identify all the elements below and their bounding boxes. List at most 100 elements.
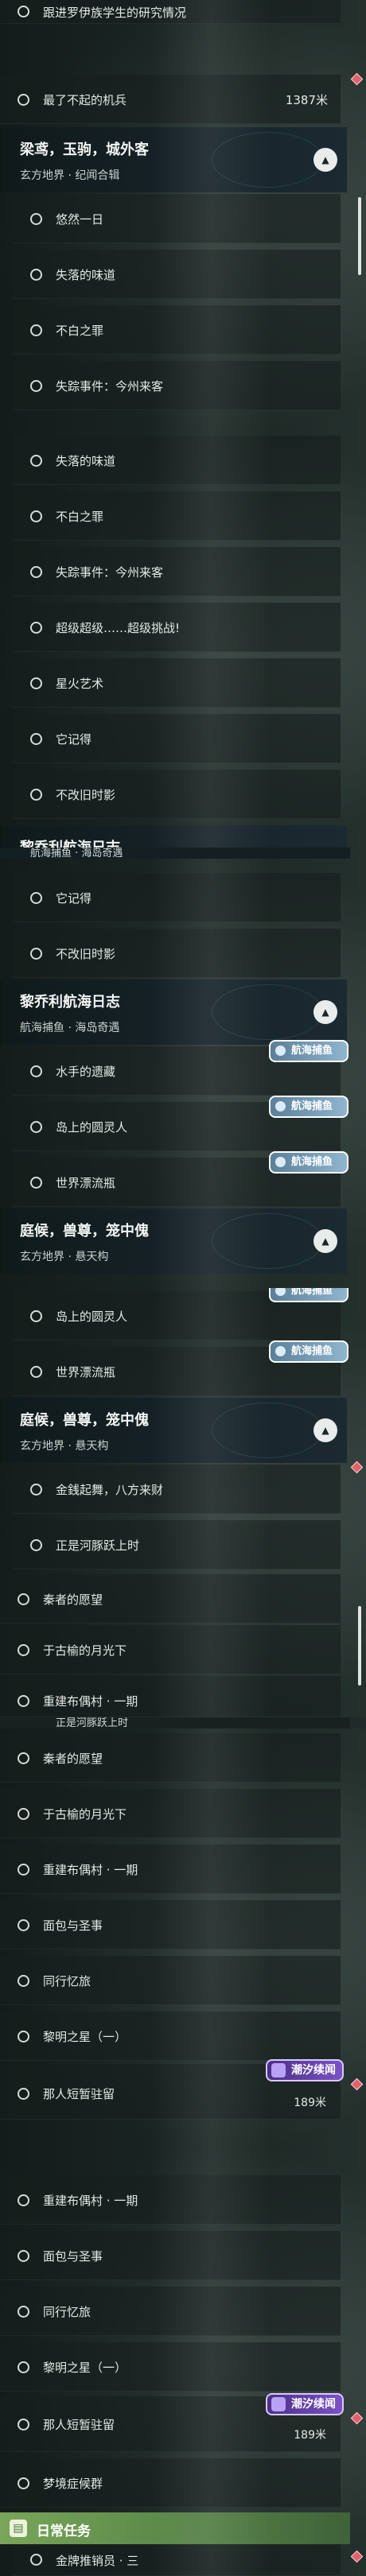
quest-status-circle-icon (18, 94, 29, 106)
quest-label: 它记得 (56, 891, 92, 906)
quest-item[interactable]: 秦者的愿望 (0, 1733, 341, 1783)
quest-item[interactable]: 失落的味道 (13, 436, 341, 485)
group-title: 庭候，兽尊，笼中傀 (20, 1412, 149, 1429)
quest-item[interactable]: 秦者的愿望 (0, 1574, 341, 1624)
quest-label: 不改旧时影 (56, 788, 116, 802)
group-title: 梁鸢，玉驹，城外客 (20, 142, 149, 158)
quest-tracking-marker-icon (350, 2550, 364, 2563)
quest-item[interactable]: 于古榆的月光下 (0, 1625, 341, 1674)
quest-status-circle-icon (30, 566, 42, 578)
quest-label: 重建布偶村 · 一期 (43, 1863, 138, 1877)
quest-item[interactable]: 不改旧时影 (13, 770, 341, 819)
quest-distance: 1387米 (285, 93, 328, 107)
quest-status-circle-icon (30, 733, 42, 745)
quest-item[interactable]: 不白之罪 (13, 305, 341, 355)
quest-item[interactable]: 失落的味道 (13, 250, 341, 299)
quest-item[interactable]: 于古榆的月光下 (0, 1789, 341, 1838)
quest-label: 水手的遗藏 (56, 1065, 116, 1079)
group-subtitle: 玄方地界 · 悬天构 (20, 1251, 109, 1263)
quest-label: 失落的味道 (56, 268, 116, 282)
quest-label: 星火艺术 (56, 677, 104, 691)
quest-label: 最了不起的机兵 (43, 93, 127, 107)
quest-item[interactable]: 梦境症候群 (0, 2458, 341, 2508)
quest-label: 失踪事件：今州来客 (56, 379, 164, 394)
collapse-chevron-icon[interactable]: ▲ (313, 1229, 337, 1253)
quest-status-circle-icon (30, 510, 42, 522)
calendar-icon: ▤ (10, 2520, 27, 2537)
quest-item[interactable]: 正是河豚跃上时 (13, 1520, 341, 1569)
quest-item[interactable]: 不改旧时影 (13, 929, 341, 978)
quest-item[interactable]: 悠然一日 (13, 194, 341, 243)
quest-item[interactable]: 不白之罪 (13, 491, 341, 541)
quest-status-circle-icon (18, 1593, 29, 1605)
quest-status-circle-icon (30, 1121, 42, 1133)
quest-panel-screen-1: 跟进罗伊族学生的研究情况 最了不起的机兵 1387米 梁鸢，玉驹，城外客 玄方地… (0, 0, 366, 429)
quest-status-circle-icon (30, 2554, 42, 2566)
quest-item[interactable]: 失踪事件：今州来客 (13, 361, 341, 410)
quest-item[interactable]: 同行忆旅 (0, 1956, 341, 2005)
quest-label: 金牌推销员 · 三 (56, 2554, 139, 2568)
quest-item[interactable]: 星火艺术 (13, 658, 341, 708)
quest-status-circle-icon (30, 892, 42, 904)
quest-label: 世界漂流瓶 (56, 1176, 116, 1190)
quest-status-circle-icon (30, 324, 42, 336)
quest-group-header[interactable]: 梁鸢，玉驹，城外客 玄方地界 · 纪闻合辑 ▲ (0, 127, 347, 192)
daily-task-header[interactable]: ▤ 日常任务 (0, 2512, 350, 2544)
quest-item[interactable]: 跟进罗伊族学生的研究情况 (0, 0, 341, 24)
quest-status-circle-icon (30, 948, 42, 960)
quest-group-header[interactable]: 庭候，兽尊，笼中傀 玄方地界 · 悬天构 ▲ (0, 1398, 347, 1463)
quest-status-circle-icon (30, 622, 42, 634)
quest-status-circle-icon (18, 2361, 29, 2373)
quest-item[interactable]: 金銭起舞，八方来财 (13, 1465, 341, 1514)
quest-status-circle-icon (18, 2250, 29, 2262)
quest-label: 秦者的愿望 (43, 1752, 103, 1766)
quest-label: 岛上的圆灵人 (56, 1120, 128, 1135)
quest-item[interactable]: 它记得 (13, 714, 341, 763)
chaoxi-category-badge: 潮汐续闻 (266, 2059, 344, 2081)
quest-item[interactable]: 重建布偶村 · 一期 (0, 1676, 341, 1717)
quest-item[interactable]: 面包与圣事 (0, 2231, 341, 2280)
quest-item[interactable]: 重建布偶村 · 一期 (0, 2175, 341, 2225)
group-subtitle: 玄方地界 · 纪闻合辑 (20, 169, 120, 182)
hanghai-category-badge: 航海捕鱼 (269, 1288, 348, 1302)
quest-item[interactable]: 黎明之星（一） (0, 2342, 341, 2392)
quest-item[interactable]: 失踪事件：今州来客 (13, 547, 341, 596)
quest-status-circle-icon (18, 2419, 29, 2431)
quest-status-circle-icon (30, 1177, 42, 1189)
quest-item[interactable]: 它记得 (13, 873, 341, 922)
scrollbar[interactable] (358, 197, 361, 275)
quest-status-circle-icon (30, 789, 42, 801)
collapse-chevron-icon[interactable]: ▲ (313, 1418, 337, 1442)
header-ornament-icon (212, 132, 323, 188)
quest-label: 梦境症候群 (43, 2477, 103, 2491)
quest-label: 超级超级……超级挑战! (56, 621, 181, 635)
quest-item[interactable]: 黎明之星（一） (0, 2012, 341, 2061)
scrollbar[interactable] (358, 1606, 361, 1686)
group-title: 庭候，兽尊，笼中傀 (20, 1223, 149, 1240)
quest-tracking-marker-icon (350, 2077, 364, 2091)
quest-label: 重建布偶村 · 一期 (43, 2194, 138, 2208)
quest-status-circle-icon (30, 1539, 42, 1551)
quest-status-circle-icon (30, 269, 42, 281)
quest-distance: 189米 (294, 2097, 326, 2109)
quest-item[interactable]: 最了不起的机兵 1387米 (0, 75, 341, 124)
quest-status-circle-icon (18, 2088, 29, 2100)
quest-status-circle-icon (30, 1065, 42, 1077)
quest-item[interactable]: 金牌推销员 · 三 (13, 2544, 341, 2576)
quest-label: 不改旧时影 (56, 947, 116, 961)
quest-item[interactable]: 面包与圣事 (0, 1900, 341, 1949)
collapse-chevron-icon[interactable]: ▲ (313, 1000, 337, 1024)
quest-group-header[interactable]: 庭候，兽尊，笼中傀 玄方地界 · 悬天构 ▲ (0, 1208, 347, 1274)
quest-item[interactable]: 同行忆旅 (0, 2287, 341, 2336)
quest-item[interactable]: 超级超级……超级挑战! (13, 603, 341, 652)
quest-status-circle-icon (18, 1808, 29, 1820)
quest-status-circle-icon (18, 1644, 29, 1656)
quest-status-circle-icon (18, 2306, 29, 2318)
quest-label: 于古榆的月光下 (43, 1643, 127, 1658)
quest-item[interactable]: 重建布偶村 · 一期 (0, 1845, 341, 1894)
quest-group-header[interactable]: 黎乔利航海日志 航海捕鱼 · 海岛奇遇 ▲ (0, 980, 347, 1045)
quest-status-circle-icon (18, 1919, 29, 1931)
collapse-chevron-icon[interactable]: ▲ (313, 148, 337, 172)
daily-task-label: 日常任务 (37, 2524, 91, 2539)
quest-label: 不白之罪 (56, 324, 104, 338)
